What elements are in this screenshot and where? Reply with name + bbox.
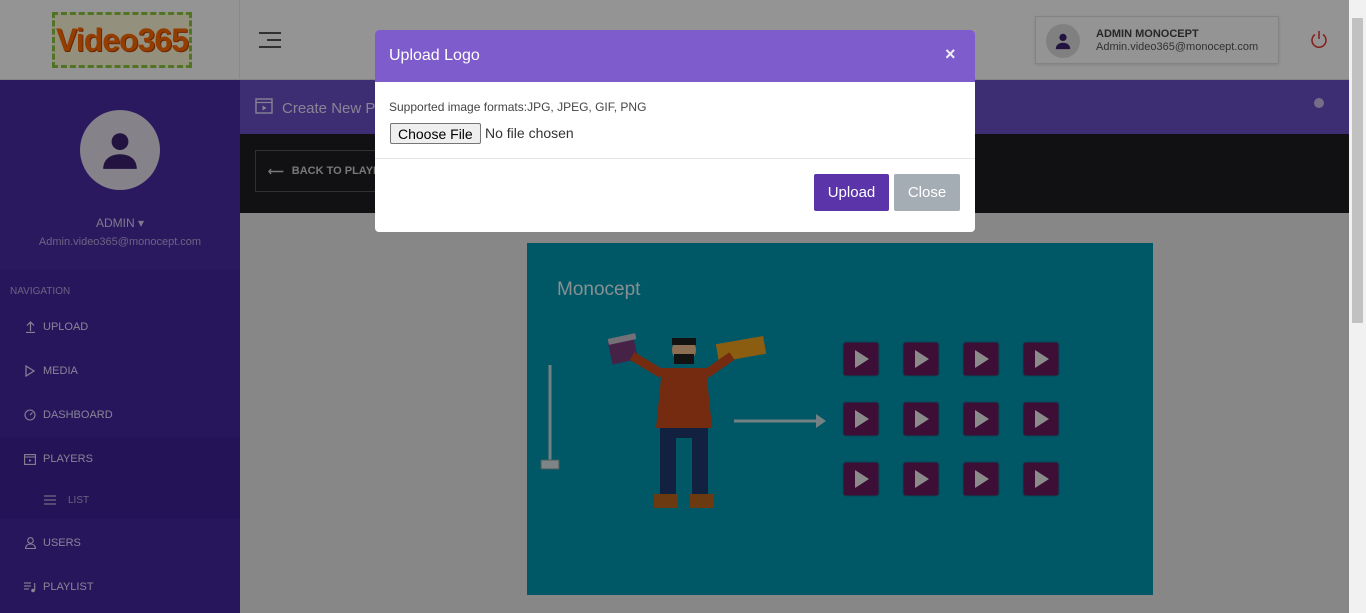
choose-file-button[interactable]: Choose File <box>390 123 481 144</box>
supported-formats-text: Supported image formats:JPG, JPEG, GIF, … <box>389 100 647 114</box>
modal-title: Upload Logo <box>389 47 480 64</box>
close-icon[interactable]: × <box>945 44 956 65</box>
page-scrollbar[interactable] <box>1349 0 1366 613</box>
file-status-text: No file chosen <box>485 125 574 141</box>
modal-footer: Upload Close <box>375 159 975 232</box>
scrollbar-thumb[interactable] <box>1352 18 1363 323</box>
modal-body: Supported image formats:JPG, JPEG, GIF, … <box>375 82 975 159</box>
close-button[interactable]: Close <box>894 174 960 211</box>
upload-button[interactable]: Upload <box>814 174 889 211</box>
upload-logo-modal: Upload Logo × Supported image formats:JP… <box>375 30 975 232</box>
modal-header: Upload Logo × <box>375 30 975 82</box>
